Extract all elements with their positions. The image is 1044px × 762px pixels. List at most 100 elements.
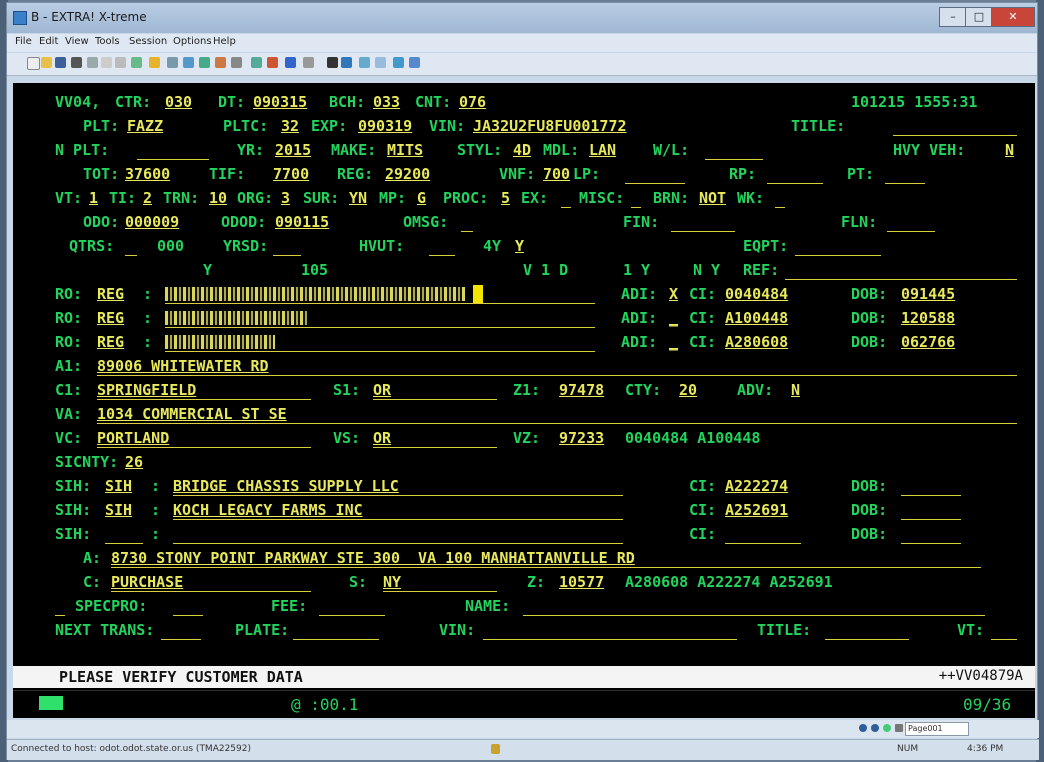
specpro-field[interactable] xyxy=(173,615,203,616)
page-selector[interactable]: Page001 xyxy=(905,722,969,736)
next-vt-field[interactable] xyxy=(991,639,1017,640)
hotspot-icon[interactable] xyxy=(267,57,278,68)
va-field[interactable]: 1034 COMMERCIAL ST SE xyxy=(97,405,287,423)
ci-field[interactable]: A252691 xyxy=(725,501,788,519)
terminal-screen[interactable]: VV04, CTR: 030 DT: 090315 BCH: 033 CNT: … xyxy=(13,83,1035,718)
sih-name-field[interactable]: BRIDGE CHASSIS SUPPLY LLC xyxy=(173,477,399,495)
cut-icon[interactable] xyxy=(87,57,98,68)
next-title-field[interactable] xyxy=(825,639,909,640)
ci-field[interactable] xyxy=(725,543,801,544)
owner-name-field[interactable] xyxy=(165,327,595,328)
vnf-field[interactable]: 700 xyxy=(543,165,570,183)
ro-field[interactable]: REG xyxy=(97,285,124,303)
ctr-field[interactable]: 030 xyxy=(165,93,192,111)
hvut-flag[interactable]: Y xyxy=(515,237,524,255)
wk-field[interactable] xyxy=(775,207,785,208)
keyboard-icon[interactable] xyxy=(251,57,262,68)
menu-help[interactable]: Help xyxy=(213,36,236,47)
nplt-field[interactable] xyxy=(137,159,209,160)
menu-tools[interactable]: Tools xyxy=(95,36,120,47)
dob-field[interactable] xyxy=(901,495,961,496)
tif-field[interactable]: 7700 xyxy=(273,165,309,183)
odod-field[interactable]: 090115 xyxy=(275,213,329,231)
vc-field[interactable]: PORTLAND xyxy=(97,429,169,447)
menu-view[interactable]: View xyxy=(65,36,89,47)
stop-icon[interactable] xyxy=(231,57,242,68)
ci-field[interactable]: A222274 xyxy=(725,477,788,495)
yr-field[interactable]: 2015 xyxy=(275,141,311,159)
wl-field[interactable] xyxy=(705,159,763,160)
odo-field[interactable]: 000009 xyxy=(125,213,179,231)
ro-field[interactable]: REG xyxy=(97,309,124,327)
dob-field[interactable] xyxy=(901,543,961,544)
a1-field[interactable]: 89006 WHITEWATER RD xyxy=(97,357,269,375)
cty-field[interactable]: 20 xyxy=(679,381,697,399)
bch-field[interactable]: 033 xyxy=(373,93,400,111)
proc-field[interactable]: 5 xyxy=(501,189,510,207)
ti-field[interactable]: 2 xyxy=(143,189,152,207)
eqpt-field[interactable] xyxy=(795,255,881,256)
mdl-field[interactable]: LAN xyxy=(589,141,616,159)
fln-field[interactable] xyxy=(887,231,935,232)
s1-field[interactable]: OR xyxy=(373,381,391,399)
sicnty-field[interactable]: 26 xyxy=(125,453,143,471)
ref-field[interactable] xyxy=(785,279,1017,280)
new-icon[interactable] xyxy=(27,57,40,70)
menu-options[interactable]: Options xyxy=(173,36,212,47)
macro-icon[interactable] xyxy=(149,57,160,68)
tray-icon-1[interactable] xyxy=(859,724,867,732)
z-field[interactable]: 10577 xyxy=(559,573,604,591)
styl-field[interactable]: 4D xyxy=(513,141,531,159)
c1-field[interactable]: SPRINGFIELD xyxy=(97,381,196,399)
dob-field[interactable]: 062766 xyxy=(901,333,955,351)
receive-icon[interactable] xyxy=(199,57,210,68)
pt-field[interactable] xyxy=(885,183,925,184)
vz-field[interactable]: 97233 xyxy=(559,429,604,447)
owner-name-field[interactable] xyxy=(165,303,595,304)
title-field[interactable] xyxy=(893,135,1017,136)
connect-icon[interactable] xyxy=(167,57,178,68)
hvy-field[interactable]: N xyxy=(1005,141,1014,159)
print-icon[interactable] xyxy=(71,57,82,68)
next-vin-field[interactable] xyxy=(483,639,737,640)
name-field[interactable] xyxy=(523,615,985,616)
reg-field[interactable]: 29200 xyxy=(385,165,430,183)
brn-field[interactable]: NOT xyxy=(699,189,726,207)
ro-field[interactable]: REG xyxy=(97,333,124,351)
tray-icon-2[interactable] xyxy=(871,724,879,732)
dob-field[interactable]: 120588 xyxy=(901,309,955,327)
s-field[interactable]: NY xyxy=(383,573,401,591)
vs-field[interactable]: OR xyxy=(373,429,391,447)
settings-icon[interactable] xyxy=(303,57,314,68)
c-field[interactable]: PURCHASE xyxy=(111,573,183,591)
yrsd-field[interactable] xyxy=(273,255,301,256)
display-icon[interactable] xyxy=(375,57,386,68)
specpro-flag[interactable] xyxy=(55,615,65,616)
session-icon[interactable] xyxy=(285,57,296,68)
copy-icon[interactable] xyxy=(101,57,112,68)
next-trans-field[interactable] xyxy=(161,639,201,640)
undo-icon[interactable] xyxy=(131,57,142,68)
check-icon[interactable] xyxy=(393,57,404,68)
hvut-blank[interactable] xyxy=(429,255,455,256)
fin-field[interactable] xyxy=(671,231,735,232)
send-icon[interactable] xyxy=(183,57,194,68)
make-field[interactable]: MITS xyxy=(387,141,423,159)
cnt-field[interactable]: 076 xyxy=(459,93,486,111)
ci-field[interactable]: 0040484 xyxy=(725,285,788,303)
misc-field[interactable] xyxy=(631,207,641,208)
a-field[interactable]: 8730 STONY POINT PARKWAY STE 300 VA 100 … xyxy=(111,549,635,567)
plate-field[interactable] xyxy=(293,639,379,640)
dob-field[interactable]: 091445 xyxy=(901,285,955,303)
sur-field[interactable]: YN xyxy=(349,189,367,207)
z1-field[interactable]: 97478 xyxy=(559,381,604,399)
adi-field[interactable]: X xyxy=(669,285,678,303)
sih-code-field[interactable]: SIH xyxy=(105,501,132,519)
minimize-button[interactable]: – xyxy=(939,7,967,27)
menu-session[interactable]: Session xyxy=(129,36,167,47)
lp-field[interactable] xyxy=(625,183,685,184)
title-bar[interactable]: B - EXTRA! X-treme – □ ✕ xyxy=(7,3,1037,33)
transfer-icon[interactable] xyxy=(341,57,352,68)
rp-field[interactable] xyxy=(767,183,823,184)
record-icon[interactable] xyxy=(215,57,226,68)
